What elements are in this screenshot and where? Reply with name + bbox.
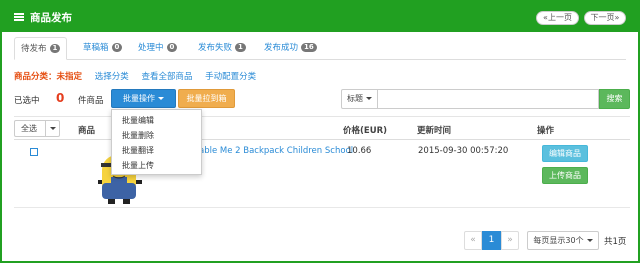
pagination-prev[interactable]: « xyxy=(464,231,482,250)
row-checkbox[interactable] xyxy=(30,148,38,156)
tab-count-badge: 0 xyxy=(111,43,123,52)
tab-label: 发布失败 xyxy=(198,43,233,53)
selected-suffix: 件商品 xyxy=(78,96,104,106)
batch-operations-label: 批量操作 xyxy=(123,94,155,103)
product-title-link[interactable]: able Me 2 Backpack Children School xyxy=(199,146,353,156)
search-input[interactable] xyxy=(377,89,599,109)
tab-label: 发布成功 xyxy=(264,43,299,53)
column-header-product: 商品 xyxy=(78,126,96,136)
menu-item-batch-edit[interactable]: 批量编辑 xyxy=(122,115,154,126)
caret-down-icon xyxy=(366,97,372,100)
selected-count: 0 xyxy=(56,91,65,105)
list-icon xyxy=(14,13,24,22)
upload-product-button[interactable]: 上传商品 xyxy=(542,167,588,184)
menu-item-batch-delete[interactable]: 批量删除 xyxy=(122,130,154,141)
selected-prefix: 已选中 xyxy=(14,96,40,106)
select-all-label: 全选 xyxy=(21,124,37,133)
product-updated-time: 2015-09-30 00:57:20 xyxy=(418,146,509,156)
table-row: able Me 2 Backpack Children School 10.66… xyxy=(14,140,630,208)
view-all-products-link[interactable]: 查看全部商品 xyxy=(141,72,192,82)
tab-label: 待发布 xyxy=(21,44,47,54)
product-publish-panel: 商品发布 «上一页 下一页» 待发布 1 草稿箱 0 处理中 0 发布失败 1 发布成功… xyxy=(0,0,640,263)
search-button-label: 搜索 xyxy=(606,94,623,103)
tab-label: 草稿箱 xyxy=(83,43,109,53)
tab-label: 处理中 xyxy=(138,43,164,53)
search-button[interactable]: 搜索 xyxy=(599,89,630,109)
tab-drafts[interactable]: 草稿箱 0 xyxy=(77,37,128,60)
search-field-label: 标题 xyxy=(347,94,363,103)
select-all-dropdown[interactable]: 全选 xyxy=(14,120,60,137)
toolbar: 已选中 0 件商品 批量操作 批量拉到箱 标题 搜索 xyxy=(14,89,630,109)
manual-category-config-link[interactable]: 手动配置分类 xyxy=(205,72,256,82)
edit-product-button[interactable]: 编辑商品 xyxy=(542,145,588,162)
tab-pending[interactable]: 待发布 1 xyxy=(14,37,68,60)
menu-item-batch-upload[interactable]: 批量上传 xyxy=(122,160,154,171)
column-header-updated: 更新时间 xyxy=(417,126,452,136)
batch-move-label: 批量拉到箱 xyxy=(186,94,227,103)
panel-header: 商品发布 «上一页 下一页» xyxy=(2,2,638,32)
caret-down-icon xyxy=(158,97,164,100)
batch-operations-menu: 批量编辑 批量删除 批量翻译 批量上传 xyxy=(111,109,202,175)
tab-succeeded[interactable]: 发布成功 16 xyxy=(258,37,323,60)
page-title: 商品发布 xyxy=(30,12,72,24)
tab-failed[interactable]: 发布失败 1 xyxy=(192,37,252,60)
caret-down-icon xyxy=(50,127,56,130)
status-tabs: 待发布 1 草稿箱 0 处理中 0 发布失败 1 发布成功 16 xyxy=(14,35,626,60)
menu-item-batch-translate[interactable]: 批量翻译 xyxy=(122,145,154,156)
tab-count-badge: 0 xyxy=(166,43,178,52)
pagination-next[interactable]: » xyxy=(501,231,519,250)
column-header-actions: 操作 xyxy=(537,126,555,136)
batch-move-to-drafts-button[interactable]: 批量拉到箱 xyxy=(178,89,235,108)
next-page-button[interactable]: 下一页» xyxy=(584,11,626,25)
tab-count-badge: 1 xyxy=(49,44,61,53)
caret-down-icon xyxy=(586,239,593,242)
upload-product-label: 上传商品 xyxy=(549,171,581,180)
category-label: 商品分类：未指定 xyxy=(14,72,83,82)
tab-count-badge: 16 xyxy=(301,43,317,52)
tab-count-badge: 1 xyxy=(235,43,246,52)
column-header-price: 价格(EUR) xyxy=(343,126,388,136)
per-page-label: 每页显示30个 xyxy=(533,236,584,245)
total-pages-label: 共1页 xyxy=(604,237,627,247)
prev-page-button[interactable]: «上一页 xyxy=(536,11,579,25)
edit-product-label: 编辑商品 xyxy=(549,149,581,158)
pagination-page-1[interactable]: 1 xyxy=(482,231,501,250)
tab-processing[interactable]: 处理中 0 xyxy=(132,37,183,60)
product-price: 10.66 xyxy=(347,146,372,156)
batch-operations-button[interactable]: 批量操作 xyxy=(111,89,176,108)
per-page-select[interactable]: 每页显示30个 xyxy=(527,231,599,250)
table-header: 全选 商品 价格(EUR) 更新时间 操作 xyxy=(14,116,630,140)
select-category-link[interactable]: 选择分类 xyxy=(95,72,129,82)
search-field-select[interactable]: 标题 xyxy=(341,89,378,109)
category-bar: 商品分类：未指定 选择分类 查看全部商品 手动配置分类 xyxy=(14,70,256,82)
